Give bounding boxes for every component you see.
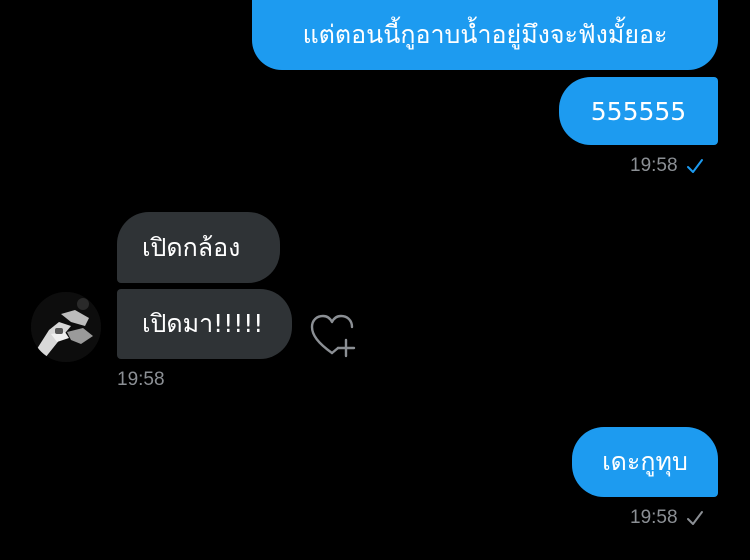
avatar-image (31, 292, 101, 362)
message-bubble-outgoing[interactable]: เดะกูทุบ (572, 427, 718, 497)
avatar[interactable] (31, 292, 101, 362)
message-meta: 19:58 (630, 506, 704, 530)
message-meta: 19:58 (630, 154, 704, 178)
message-text: แต่ตอนนี้กูอาบน้ำอยู่มึงจะฟังมั้ยอะ (302, 20, 668, 49)
message-text: เปิดมา!!!!! (142, 309, 264, 338)
message-text: เปิดกล้อง (142, 232, 241, 262)
message-bubble-outgoing[interactable]: แต่ตอนนี้กูอาบน้ำอยู่มึงจะฟังมั้ยอะ (252, 0, 718, 70)
heart-plus-icon[interactable] (308, 313, 358, 359)
check-icon (686, 159, 703, 173)
message-bubble-outgoing[interactable]: 555555 (559, 77, 718, 145)
message-text: 555555 (590, 96, 687, 126)
message-timestamp: 19:58 (630, 155, 678, 176)
message-meta: 19:58 (117, 368, 165, 392)
message-timestamp: 19:58 (630, 507, 678, 528)
message-bubble-incoming[interactable]: เปิดกล้อง (117, 212, 280, 283)
message-bubble-incoming[interactable]: เปิดมา!!!!! (117, 289, 292, 359)
message-text: เดะกูทุบ (602, 447, 688, 476)
check-icon (686, 511, 703, 525)
message-timestamp: 19:58 (117, 369, 165, 390)
